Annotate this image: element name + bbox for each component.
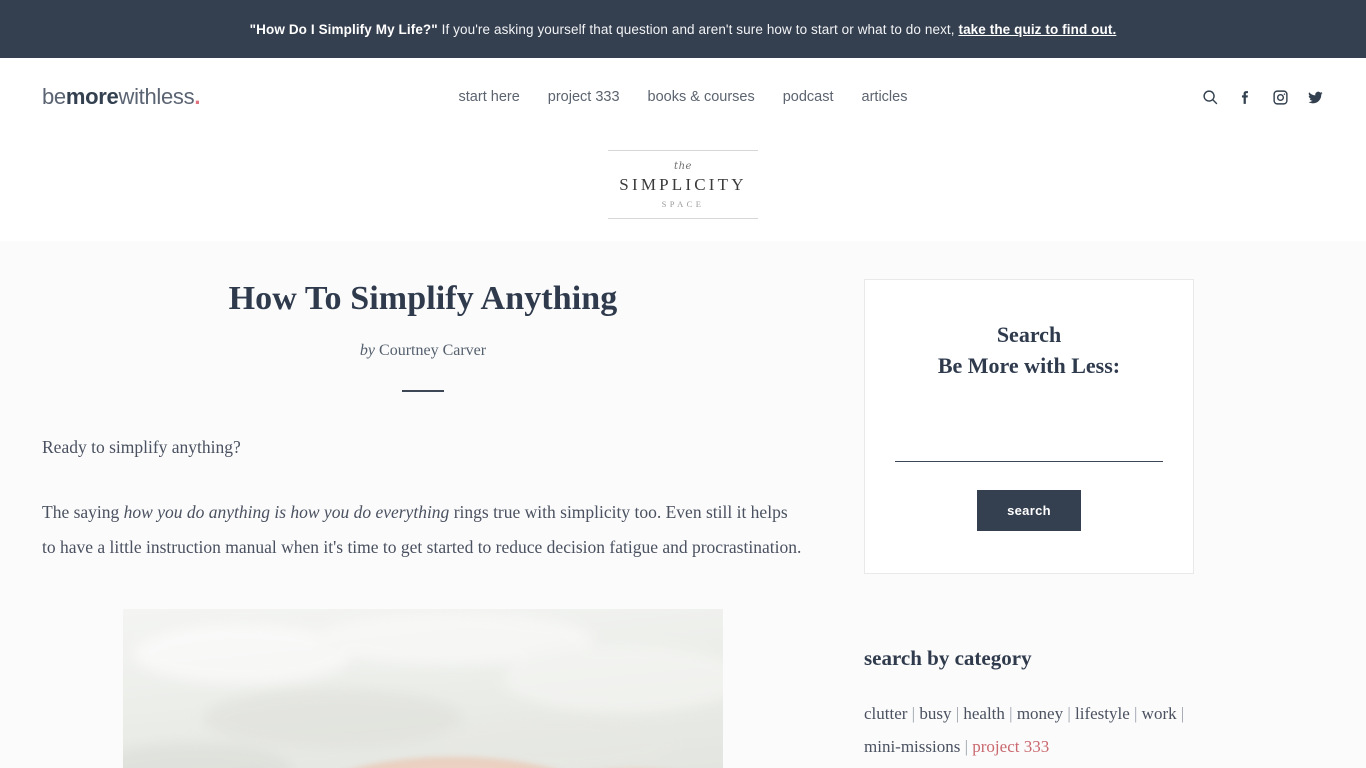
post-paragraph-2: The saying how you do anything is how yo… <box>42 495 804 565</box>
search-heading-line-1: Search <box>996 322 1062 347</box>
category-link-health[interactable]: health <box>963 704 1005 723</box>
banner-space-text: SPACE <box>661 199 705 209</box>
search-heading-line-2: Be More with Less: <box>937 352 1121 378</box>
category-separator: | <box>955 703 960 723</box>
category-list: clutter | busy | health | money | lifest… <box>864 697 1194 763</box>
header-icon-group <box>1202 89 1324 106</box>
nav-item-books-courses[interactable]: books & courses <box>648 89 755 105</box>
nav-item-podcast[interactable]: podcast <box>783 89 834 105</box>
site-header: bemorewithless. start here project 333 b… <box>0 58 1366 136</box>
twitter-icon[interactable] <box>1307 89 1324 106</box>
hands-on-bed-photo <box>123 608 723 768</box>
take-the-quiz-link[interactable]: take the quiz to find out. <box>958 22 1116 37</box>
nav-item-start-here[interactable]: start here <box>459 89 520 105</box>
facebook-icon[interactable] <box>1237 89 1254 106</box>
category-link-lifestyle[interactable]: lifestyle <box>1075 704 1130 723</box>
article-column: How To Simplify Anything by Courtney Car… <box>42 241 804 768</box>
category-separator: | <box>1009 703 1013 723</box>
paragraph-2-emphasis: how you do anything is how you do everyt… <box>123 501 450 522</box>
banner-the-text: the <box>674 161 692 172</box>
search-button[interactable]: search <box>977 489 1081 531</box>
simplicity-space-banner-wrap: the SIMPLICITY SPACE <box>0 136 1366 241</box>
category-separator: | <box>911 703 916 723</box>
article-photo <box>123 608 723 768</box>
paragraph-2-part-1: The saying <box>42 501 124 522</box>
category-separator: | <box>1134 703 1138 723</box>
post-paragraph-1: Ready to simplify anything? <box>42 436 241 457</box>
post-body: Ready to simplify anything? The saying h… <box>42 430 804 565</box>
category-link-mini-missions[interactable]: mini-missions <box>864 737 960 756</box>
category-link-work[interactable]: work <box>1142 704 1177 723</box>
category-link-busy[interactable]: busy <box>919 704 951 723</box>
page-title: How To Simplify Anything <box>228 280 618 317</box>
simplicity-space-banner[interactable]: the SIMPLICITY SPACE <box>608 150 758 219</box>
category-link-clutter[interactable]: clutter <box>864 704 907 723</box>
promo-body-text: If you're asking yourself that question … <box>437 21 959 37</box>
content-area: How To Simplify Anything by Courtney Car… <box>0 241 1366 768</box>
logo-part-withless: withless <box>118 84 195 109</box>
category-widget: search by category clutter | busy | heal… <box>864 646 1194 763</box>
title-divider <box>402 389 444 392</box>
category-separator: | <box>1180 703 1185 723</box>
logo-part-be: be <box>42 84 66 109</box>
logo-dot: . <box>194 84 201 109</box>
nav-item-project-333[interactable]: project 333 <box>548 89 620 105</box>
category-widget-title: search by category <box>864 645 1032 670</box>
site-logo[interactable]: bemorewithless. <box>42 84 200 110</box>
post-byline: by Courtney Carver <box>42 342 804 360</box>
main-navigation: start here project 333 books & courses p… <box>459 89 908 105</box>
category-separator: | <box>1067 703 1071 723</box>
category-link-money[interactable]: money <box>1017 704 1063 723</box>
logo-part-more: more <box>65 84 119 109</box>
sidebar: Search Be More with Less: search search … <box>864 241 1194 768</box>
search-widget-heading: Search Be More with Less: <box>895 320 1163 382</box>
search-widget: Search Be More with Less: search <box>864 279 1194 574</box>
banner-simplicity-text: SIMPLICITY <box>619 175 747 194</box>
category-link-project-333[interactable]: project 333 <box>972 737 1049 756</box>
promo-banner: "How Do I Simplify My Life?" If you're a… <box>0 0 1366 58</box>
byline-author: Courtney Carver <box>379 341 487 359</box>
instagram-icon[interactable] <box>1272 89 1289 106</box>
promo-text: "How Do I Simplify My Life?" If you're a… <box>250 22 1117 37</box>
search-icon[interactable] <box>1202 89 1219 106</box>
category-separator: | <box>964 736 969 756</box>
search-input[interactable] <box>895 435 1163 462</box>
byline-by-label: by <box>359 341 376 359</box>
promo-lead-text: "How Do I Simplify My Life?" <box>249 21 438 37</box>
nav-item-articles[interactable]: articles <box>862 89 908 105</box>
